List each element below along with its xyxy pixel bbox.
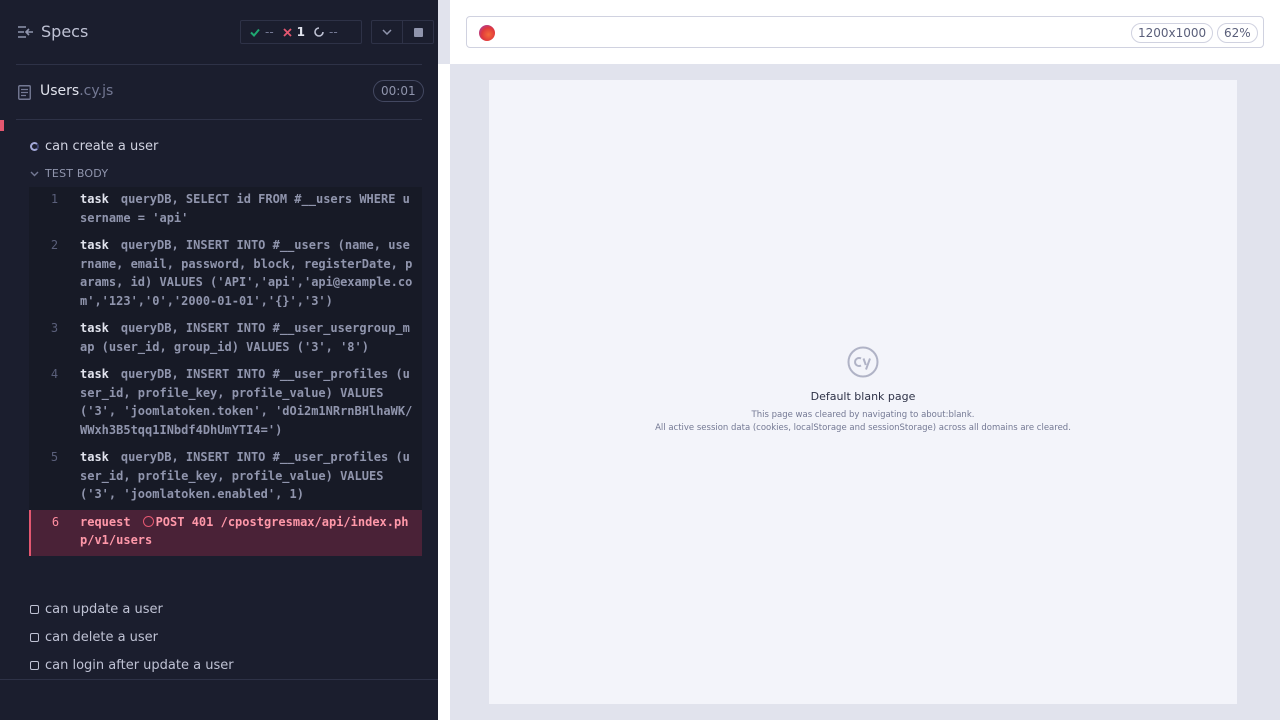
x-icon [283,27,292,37]
test-title: can create a user [45,139,159,154]
running-test[interactable]: can create a user [30,139,158,154]
error-circle-icon [142,515,154,527]
document-icon [18,85,31,100]
command-name: request [80,514,131,529]
chevron-down-button[interactable] [372,21,403,43]
spec-ext: .cy.js [79,83,114,99]
pending-stat: -- [314,25,338,39]
run-controls [371,20,434,44]
firefox-icon[interactable] [479,25,495,41]
command-number: 1 [50,192,59,206]
command-message: queryDB, INSERT INTO #__users (name, use… [80,238,413,308]
test-title: can update a user [45,602,163,617]
test-title: can login after update a user [45,658,234,673]
command-name: task [80,450,109,464]
reporter-header: Specs -- 1 -- [0,0,438,65]
divider [16,119,422,120]
command-number: 5 [50,450,59,464]
test-title: can delete a user [45,630,159,645]
app-under-test: 1200x1000 62% Default blank page This pa… [438,0,1280,720]
command-name: task [80,367,109,381]
specs-button[interactable]: Specs [18,22,88,41]
test-body-label: TEST BODY [45,167,109,180]
blank-page-message: Default blank page This page was cleared… [489,346,1237,435]
failed-count: 1 [296,25,306,39]
test-item[interactable]: can login after update a user [30,658,234,673]
menu-collapse-icon [18,25,33,38]
specs-label: Specs [41,22,89,41]
test-item[interactable]: can update a user [30,602,163,617]
test-body-toggle[interactable]: TEST BODY [30,167,108,180]
blank-page-line1: This page was cleared by navigating to a… [751,410,975,420]
divider [16,64,422,65]
passed-count: -- [265,25,274,39]
pending-test-icon [30,605,39,614]
zoom-level: 62% [1217,23,1258,43]
aut-header: 1200x1000 62% [450,0,1280,64]
command-number: 4 [50,367,59,381]
viewport-size[interactable]: 1200x1000 [1131,23,1214,43]
command-name: task [80,321,109,335]
command-log: 1 task queryDB, SELECT id FROM #__users W… [29,187,422,556]
url-bar[interactable]: 1200x1000 62% [466,16,1264,48]
command-row[interactable]: 3 task queryDB, INSERT INTO #__user_userg… [29,316,422,362]
spec-name: Users [40,83,80,99]
command-message: queryDB, INSERT INTO #__user_profiles (u… [80,367,413,437]
spec-duration: 00:01 [373,80,424,102]
command-name: task [80,192,109,206]
spec-file-name: Users.cy.js [40,83,113,99]
spec-header: Users.cy.js 00:01 [0,66,438,120]
command-number: 3 [50,321,59,335]
failed-stat: 1 [283,25,305,39]
chevron-down-icon [30,171,39,176]
cypress-logo-icon [847,346,879,378]
stop-button[interactable] [403,21,433,43]
command-number: 6 [51,514,60,529]
command-row[interactable]: 2 task queryDB, INSERT INTO #__users (nam… [29,233,422,316]
test-stats: -- 1 -- [240,20,362,44]
test-item[interactable]: can delete a user [30,630,158,645]
failed-indicator [0,120,4,131]
checkmark-icon [250,28,260,37]
aut-iframe: Default blank page This page was cleared… [489,80,1237,704]
pending-test-icon [30,661,39,670]
pending-test-icon [30,633,39,642]
command-row[interactable]: 5 task queryDB, INSERT INTO #__user_profi… [29,445,422,510]
command-message: queryDB, INSERT INTO #__user_usergroup_m… [80,321,410,354]
reporter-panel: Specs -- 1 -- Users.cy.js 00:01 can crea… [0,0,438,720]
passed-stat: -- [250,25,274,39]
divider [0,679,438,680]
pending-spinner-icon [314,27,324,37]
running-spinner-icon [30,142,39,151]
command-message: queryDB, SELECT id FROM #__users WHERE u… [80,192,410,225]
command-row[interactable]: 4 task queryDB, INSERT INTO #__user_profi… [29,362,422,445]
pending-count: -- [329,25,338,39]
chevron-down-icon [382,29,392,35]
command-name: task [80,238,109,252]
blank-page-line2: All active session data (cookies, localS… [655,423,1071,433]
aut-gutter [438,64,450,720]
failed-command-row[interactable]: 6 request POST 401 /cpostgresmax/api/inde… [29,509,422,556]
stop-icon [413,27,423,37]
command-message: queryDB, INSERT INTO #__user_profiles (u… [80,450,410,501]
command-row[interactable]: 1 task queryDB, SELECT id FROM #__users W… [29,187,422,233]
blank-page-title: Default blank page [810,390,916,403]
command-number: 2 [50,238,59,252]
